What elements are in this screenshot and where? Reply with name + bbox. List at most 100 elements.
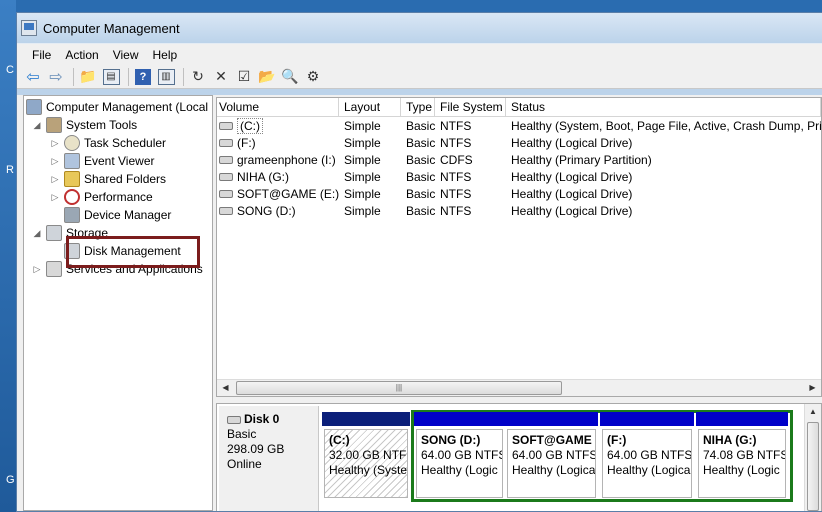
tree-item-task-scheduler[interactable]: ▷ Task Scheduler: [50, 134, 166, 152]
partition-body: (F:) 64.00 GB NTFS Healthy (Logica: [602, 429, 692, 498]
settings-icon[interactable]: ⚙: [303, 67, 323, 87]
tree-item-performance[interactable]: ▷ Performance: [50, 188, 153, 206]
up-folder-icon[interactable]: 📁: [78, 67, 98, 87]
menu-file[interactable]: File: [25, 48, 58, 62]
properties-icon[interactable]: ☑: [234, 67, 254, 87]
tree-item-label: Shared Folders: [84, 172, 167, 186]
tree-item-event-viewer[interactable]: ▷ Event Viewer: [50, 152, 154, 170]
search-icon[interactable]: 🔍: [280, 67, 300, 87]
volume-name: NIHA (G:): [237, 169, 290, 184]
tree-item-label: System Tools: [66, 118, 138, 132]
volume-name: grameenphone (I:): [237, 152, 336, 167]
scroll-left-arrow-icon[interactable]: ◀: [217, 380, 234, 396]
computer-icon: [26, 99, 42, 115]
menu-help[interactable]: Help: [146, 48, 185, 62]
horizontal-scrollbar[interactable]: ◀ ||| ▶: [217, 379, 821, 396]
tree-item-system-tools[interactable]: ◢ System Tools: [32, 116, 137, 134]
table-row[interactable]: NIHA (G:) Simple Basic NTFS Healthy (Log…: [217, 168, 821, 185]
volume-name: (F:): [237, 135, 256, 150]
show-hide-action-pane-icon[interactable]: ▥: [157, 68, 175, 85]
disk-type: Basic: [227, 427, 257, 441]
volume-type: Basic: [406, 135, 435, 150]
expand-arrow-icon[interactable]: ▷: [32, 264, 42, 275]
tree-item-label: Performance: [84, 190, 153, 204]
partition-f[interactable]: (F:) 64.00 GB NTFS Healthy (Logica: [600, 412, 694, 500]
table-row[interactable]: (C:) Simple Basic NTFS Healthy (System, …: [217, 117, 821, 134]
expand-arrow-icon[interactable]: ▷: [50, 156, 60, 167]
column-header-status[interactable]: Status: [506, 98, 821, 116]
volume-file-system: NTFS: [440, 135, 472, 150]
partition-g[interactable]: NIHA (G:) 74.08 GB NTFS Healthy (Logic: [696, 412, 788, 500]
volume-type: Basic: [406, 152, 435, 167]
partition-status: Healthy (Syste: [329, 463, 408, 477]
table-row[interactable]: (F:) Simple Basic NTFS Healthy (Logical …: [217, 134, 821, 151]
partition-status: Healthy (Logica: [512, 463, 596, 477]
scroll-up-arrow-icon[interactable]: ▲: [805, 404, 821, 420]
event-viewer-icon: [64, 153, 80, 169]
services-icon: [46, 261, 62, 277]
toolbar: ⇦ ⇨ 📁 ▤ ? ▥ ↻ ✕ ☑ 📂 🔍 ⚙: [17, 65, 822, 89]
volume-list-header: Volume Layout Type File System Status: [217, 98, 821, 117]
partition-status: Healthy (Logic: [703, 463, 780, 477]
table-row[interactable]: grameenphone (I:) Simple Basic CDFS Heal…: [217, 151, 821, 168]
console-tree: Computer Management (Local ◢ System Tool…: [23, 95, 213, 511]
scrollbar-thumb[interactable]: [807, 422, 819, 511]
partition-c[interactable]: (C:) 32.00 GB NTFS Healthy (Syste: [322, 412, 410, 500]
table-row[interactable]: SOFT@GAME (E:) Simple Basic NTFS Healthy…: [217, 185, 821, 202]
disk-info-panel[interactable]: Disk 0 Basic 298.09 GB Online: [219, 406, 319, 511]
volume-file-system: NTFS: [440, 186, 472, 201]
tree-item-shared-folders[interactable]: ▷ Shared Folders: [50, 170, 166, 188]
volume-layout: Simple: [344, 152, 381, 167]
vertical-scrollbar[interactable]: ▲: [804, 404, 821, 511]
scrollbar-thumb[interactable]: |||: [236, 381, 562, 395]
disk-state: Online: [227, 457, 262, 471]
collapse-arrow-icon[interactable]: ◢: [32, 228, 42, 239]
partition-d[interactable]: SONG (D:) 64.00 GB NTFS Healthy (Logic: [414, 412, 505, 500]
expand-arrow-icon[interactable]: ▷: [50, 138, 60, 149]
menu-bar: File Action View Help: [17, 43, 822, 65]
back-arrow-icon[interactable]: ⇦: [23, 67, 43, 87]
menu-view[interactable]: View: [106, 48, 146, 62]
column-header-type[interactable]: Type: [401, 98, 435, 116]
tree-item-computer-management[interactable]: Computer Management (Local: [26, 98, 208, 116]
main-content: Computer Management (Local ◢ System Tool…: [17, 95, 822, 511]
tree-item-device-manager[interactable]: Device Manager: [64, 206, 171, 224]
volume-layout: Simple: [344, 118, 381, 133]
volume-status: Healthy (Logical Drive): [511, 135, 633, 150]
drive-icon: [219, 189, 233, 198]
help-icon[interactable]: ?: [135, 68, 151, 85]
partition-size: 32.00 GB NTFS: [329, 448, 408, 462]
volume-file-system: NTFS: [440, 118, 472, 133]
show-hide-console-tree-icon[interactable]: ▤: [102, 68, 120, 85]
forward-arrow-icon[interactable]: ⇨: [46, 67, 66, 87]
primary-partition-bar: [322, 412, 410, 426]
partition-title: NIHA (G:): [703, 433, 757, 447]
partition-size: 74.08 GB NTFS: [703, 448, 786, 462]
disk-size: 298.09 GB: [227, 442, 285, 456]
partition-e[interactable]: SOFT@GAME 64.00 GB NTFS Healthy (Logica: [505, 412, 598, 500]
desktop-letter: G: [6, 474, 15, 486]
volume-status: Healthy (System, Boot, Page File, Active…: [511, 118, 821, 133]
expand-arrow-icon[interactable]: ▷: [50, 174, 60, 185]
volume-name: SOFT@GAME (E:): [237, 186, 339, 201]
refresh-icon[interactable]: ↻: [188, 67, 208, 87]
title-bar[interactable]: Computer Management: [17, 13, 822, 43]
open-folder-icon[interactable]: 📂: [257, 67, 277, 87]
column-header-layout[interactable]: Layout: [339, 98, 401, 116]
table-row[interactable]: SONG (D:) Simple Basic NTFS Healthy (Log…: [217, 202, 821, 219]
volume-type: Basic: [406, 186, 435, 201]
volume-file-system: NTFS: [440, 169, 472, 184]
delete-icon[interactable]: ✕: [211, 67, 231, 87]
expand-arrow-icon[interactable]: ▷: [50, 192, 60, 203]
volume-status: Healthy (Logical Drive): [511, 186, 633, 201]
collapse-arrow-icon[interactable]: ◢: [32, 120, 42, 131]
column-header-file-system[interactable]: File System: [435, 98, 506, 116]
partition-size: 64.00 GB NTFS: [607, 448, 692, 462]
toolbar-separator: [183, 67, 184, 86]
tree-item-label: Computer Management (Local: [46, 100, 209, 114]
partition-status: Healthy (Logica: [607, 463, 691, 477]
scroll-right-arrow-icon[interactable]: ▶: [804, 380, 821, 396]
disk-layout-pane: Disk 0 Basic 298.09 GB Online (C:) 32.00…: [216, 403, 822, 511]
column-header-volume[interactable]: Volume: [217, 98, 339, 116]
menu-action[interactable]: Action: [58, 48, 105, 62]
